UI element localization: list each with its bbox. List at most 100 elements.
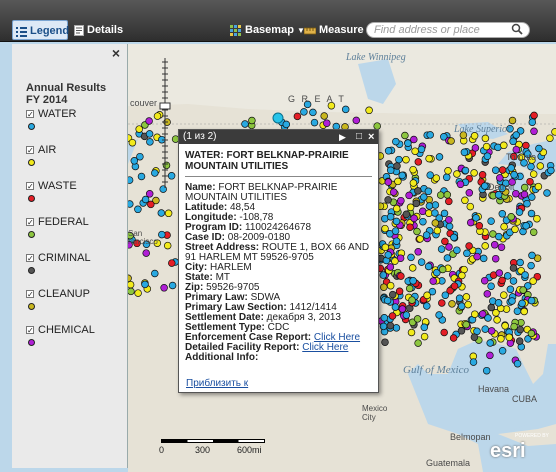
incident-marker[interactable] bbox=[418, 207, 427, 216]
incident-marker[interactable] bbox=[498, 347, 507, 355]
incident-marker[interactable] bbox=[490, 241, 499, 249]
incident-marker[interactable] bbox=[391, 257, 399, 265]
incident-marker[interactable] bbox=[389, 188, 398, 196]
incident-marker[interactable] bbox=[483, 152, 492, 160]
incident-marker[interactable] bbox=[414, 158, 423, 166]
incident-marker[interactable] bbox=[431, 219, 440, 227]
incident-marker[interactable] bbox=[465, 189, 474, 197]
incident-marker[interactable] bbox=[527, 261, 535, 270]
search-input[interactable] bbox=[366, 22, 530, 38]
incident-marker[interactable] bbox=[134, 205, 142, 214]
incident-marker[interactable] bbox=[530, 111, 538, 120]
incident-marker[interactable] bbox=[521, 271, 529, 279]
incident-marker[interactable] bbox=[408, 296, 416, 304]
maximize-icon[interactable]: □ bbox=[356, 130, 362, 144]
incident-marker[interactable] bbox=[534, 182, 543, 191]
incident-marker[interactable] bbox=[487, 327, 496, 335]
zoom-slider-handle[interactable] bbox=[159, 102, 171, 110]
incident-marker[interactable] bbox=[379, 322, 388, 331]
incident-marker[interactable] bbox=[444, 167, 452, 175]
incident-marker[interactable] bbox=[409, 277, 417, 285]
incident-marker[interactable] bbox=[448, 300, 456, 308]
incident-marker[interactable] bbox=[523, 199, 531, 208]
incident-marker[interactable] bbox=[141, 280, 149, 289]
incident-marker[interactable] bbox=[516, 258, 524, 267]
incident-marker[interactable] bbox=[497, 335, 505, 343]
incident-marker[interactable] bbox=[417, 145, 426, 154]
incident-marker[interactable] bbox=[453, 170, 461, 178]
search-icon[interactable] bbox=[511, 23, 523, 35]
incident-marker[interactable] bbox=[501, 322, 509, 330]
incident-marker[interactable] bbox=[411, 147, 419, 155]
incident-marker[interactable] bbox=[386, 263, 395, 271]
incident-marker[interactable] bbox=[128, 287, 135, 296]
incident-marker[interactable] bbox=[463, 249, 471, 258]
incident-marker[interactable] bbox=[414, 187, 422, 195]
incident-marker[interactable] bbox=[128, 200, 134, 208]
incident-marker[interactable] bbox=[528, 193, 536, 201]
incident-marker[interactable] bbox=[413, 315, 422, 323]
legend-button[interactable]: Legend bbox=[12, 20, 69, 40]
incident-marker[interactable] bbox=[157, 209, 166, 217]
incident-marker[interactable] bbox=[518, 299, 526, 308]
incident-marker[interactable] bbox=[135, 125, 143, 133]
basemap-button[interactable]: Basemap ▼ bbox=[230, 20, 305, 40]
incident-marker[interactable] bbox=[482, 142, 491, 151]
checkbox[interactable]: ✓ bbox=[26, 146, 34, 155]
incident-marker[interactable] bbox=[462, 293, 471, 301]
incident-marker[interactable] bbox=[145, 117, 153, 125]
incident-marker[interactable] bbox=[465, 242, 473, 250]
incident-marker[interactable] bbox=[470, 169, 478, 177]
incident-marker[interactable] bbox=[141, 195, 150, 204]
incident-marker[interactable] bbox=[500, 222, 508, 231]
incident-marker[interactable] bbox=[466, 202, 475, 211]
incident-marker[interactable] bbox=[486, 339, 494, 347]
incident-marker[interactable] bbox=[520, 190, 529, 199]
incident-marker[interactable] bbox=[457, 327, 466, 335]
incident-marker[interactable] bbox=[401, 131, 409, 140]
incident-marker[interactable] bbox=[505, 333, 513, 342]
incident-marker[interactable] bbox=[498, 276, 506, 285]
incident-marker[interactable] bbox=[397, 272, 405, 280]
incident-marker[interactable] bbox=[436, 191, 445, 199]
incident-marker[interactable] bbox=[168, 259, 176, 267]
incident-marker[interactable] bbox=[442, 173, 451, 182]
incident-marker[interactable] bbox=[486, 351, 494, 360]
incident-marker[interactable] bbox=[440, 328, 448, 337]
incident-marker[interactable] bbox=[527, 162, 535, 171]
incident-marker[interactable] bbox=[395, 287, 404, 296]
incident-marker[interactable] bbox=[386, 213, 395, 221]
incident-marker[interactable] bbox=[128, 138, 137, 147]
incident-marker[interactable] bbox=[443, 191, 452, 199]
incident-marker[interactable] bbox=[509, 277, 518, 285]
incident-marker[interactable] bbox=[543, 189, 551, 197]
incident-marker[interactable] bbox=[500, 141, 508, 150]
incident-marker[interactable] bbox=[508, 297, 516, 305]
incident-marker[interactable] bbox=[445, 222, 454, 231]
incident-marker[interactable] bbox=[422, 231, 431, 239]
incident-marker[interactable] bbox=[510, 171, 518, 179]
incident-marker[interactable] bbox=[520, 183, 529, 192]
incident-marker[interactable] bbox=[392, 137, 400, 146]
incident-marker[interactable] bbox=[398, 305, 407, 313]
incident-marker[interactable] bbox=[527, 296, 536, 305]
incident-marker[interactable] bbox=[469, 358, 478, 366]
incident-marker[interactable] bbox=[282, 120, 291, 129]
incident-marker[interactable] bbox=[425, 154, 433, 163]
checkbox[interactable]: ✓ bbox=[26, 254, 34, 263]
incident-marker[interactable] bbox=[163, 241, 172, 250]
incident-marker[interactable] bbox=[470, 333, 479, 341]
incident-marker[interactable] bbox=[392, 217, 401, 226]
zoom-to-link[interactable]: Приблизить к bbox=[186, 378, 248, 389]
incident-marker[interactable] bbox=[379, 271, 387, 279]
incident-marker[interactable] bbox=[536, 162, 545, 170]
incident-marker[interactable] bbox=[530, 127, 538, 136]
incident-marker[interactable] bbox=[506, 285, 515, 294]
incident-marker[interactable] bbox=[406, 203, 415, 212]
incident-marker[interactable] bbox=[320, 112, 328, 120]
incident-marker[interactable] bbox=[432, 174, 441, 182]
incident-marker[interactable] bbox=[405, 284, 414, 293]
incident-marker[interactable] bbox=[384, 251, 392, 259]
incident-marker[interactable] bbox=[527, 209, 536, 218]
incident-marker[interactable] bbox=[453, 246, 461, 254]
